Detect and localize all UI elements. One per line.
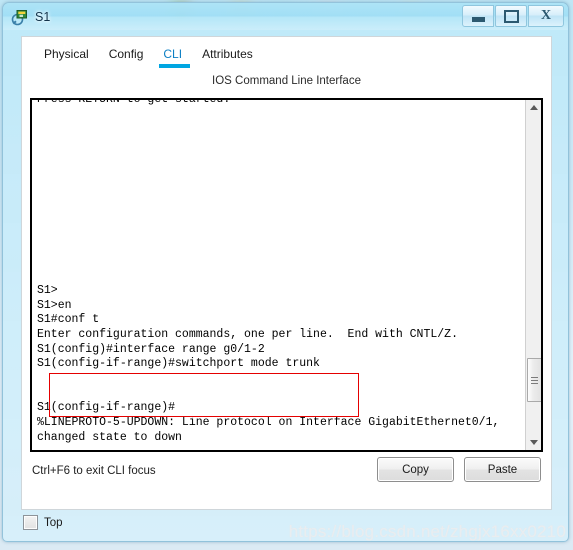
device-window: S1 X Physical Config CLI Attributes IOS … [2,2,569,542]
cli-line: S1#conf t [37,313,100,327]
cli-line: changed state to down [37,430,182,444]
paste-button[interactable]: Paste [464,457,541,482]
cli-line: S1(config-if-range)# [37,401,176,415]
copy-button[interactable]: Copy [377,457,454,482]
restore-icon [503,9,519,23]
page-title: IOS Command Line Interface [212,75,361,87]
device-content-panel: Physical Config CLI Attributes IOS Comma… [21,36,552,510]
cli-focus-hint: Ctrl+F6 to exit CLI focus [32,465,156,477]
cli-line: S1> [37,283,58,297]
cli-line [37,240,499,255]
grip-icon [531,375,538,386]
top-checkbox-label: Top [44,516,63,529]
cli-line [37,225,499,240]
minimize-button[interactable] [462,5,494,27]
close-icon: X [540,8,552,23]
cli-line: S1>en [37,298,72,312]
cli-line [37,196,499,211]
cli-button-row: Copy Paste [377,457,541,482]
cli-line [37,211,499,226]
triangle-up-icon [529,105,538,110]
scrollbar-thumb[interactable] [527,358,541,402]
tab-bar: Physical Config CLI Attributes [22,37,551,68]
cli-scrollbar[interactable] [525,100,541,450]
tab-attributes[interactable]: Attributes [192,47,263,67]
cli-line [37,108,499,123]
cli-line: %LINEPROTO-5-UPDOWN: Line protocol on In… [37,416,500,430]
cli-line [37,166,499,181]
cli-output-area[interactable]: Press RETURN to get started. S1>S1>enS1#c… [32,100,525,450]
top-checkbox-row[interactable]: Top [23,515,63,530]
cli-output-text: Press RETURN to get started. S1>S1>enS1#c… [37,100,499,446]
cli-line [37,137,499,152]
cli-line: S1(config-if-range)#switchport mode trun… [37,357,320,371]
maximize-button[interactable] [495,5,527,27]
cli-line [37,152,499,167]
window-controls: X [462,5,564,27]
scroll-down-button[interactable] [526,435,541,450]
cli-line: Enter configuration commands, one per li… [37,328,458,341]
cli-line [37,269,499,284]
close-button[interactable]: X [528,5,564,27]
switch-icon [11,8,29,26]
cli-line [37,387,499,402]
watermark: https://blog.csdn.net/zhgjx16xx0210 [288,522,566,541]
tab-physical[interactable]: Physical [34,47,99,67]
tab-config[interactable]: Config [99,47,154,67]
cli-line [37,181,499,196]
window-title: S1 [35,9,51,24]
cli-line [37,255,499,270]
cli-terminal[interactable]: Press RETURN to get started. S1>S1>enS1#c… [30,98,543,452]
window-titlebar[interactable]: S1 X [3,3,568,30]
cli-line [37,372,499,387]
cli-line: Press RETURN to get started. [37,100,499,108]
scroll-up-button[interactable] [526,100,541,115]
top-checkbox[interactable] [23,515,38,530]
cli-line: S1(config)#interface range g0/1-2 [37,342,265,356]
cli-line [37,122,499,137]
minimize-icon [471,16,485,22]
tab-cli[interactable]: CLI [153,47,192,68]
triangle-down-icon [529,440,538,445]
